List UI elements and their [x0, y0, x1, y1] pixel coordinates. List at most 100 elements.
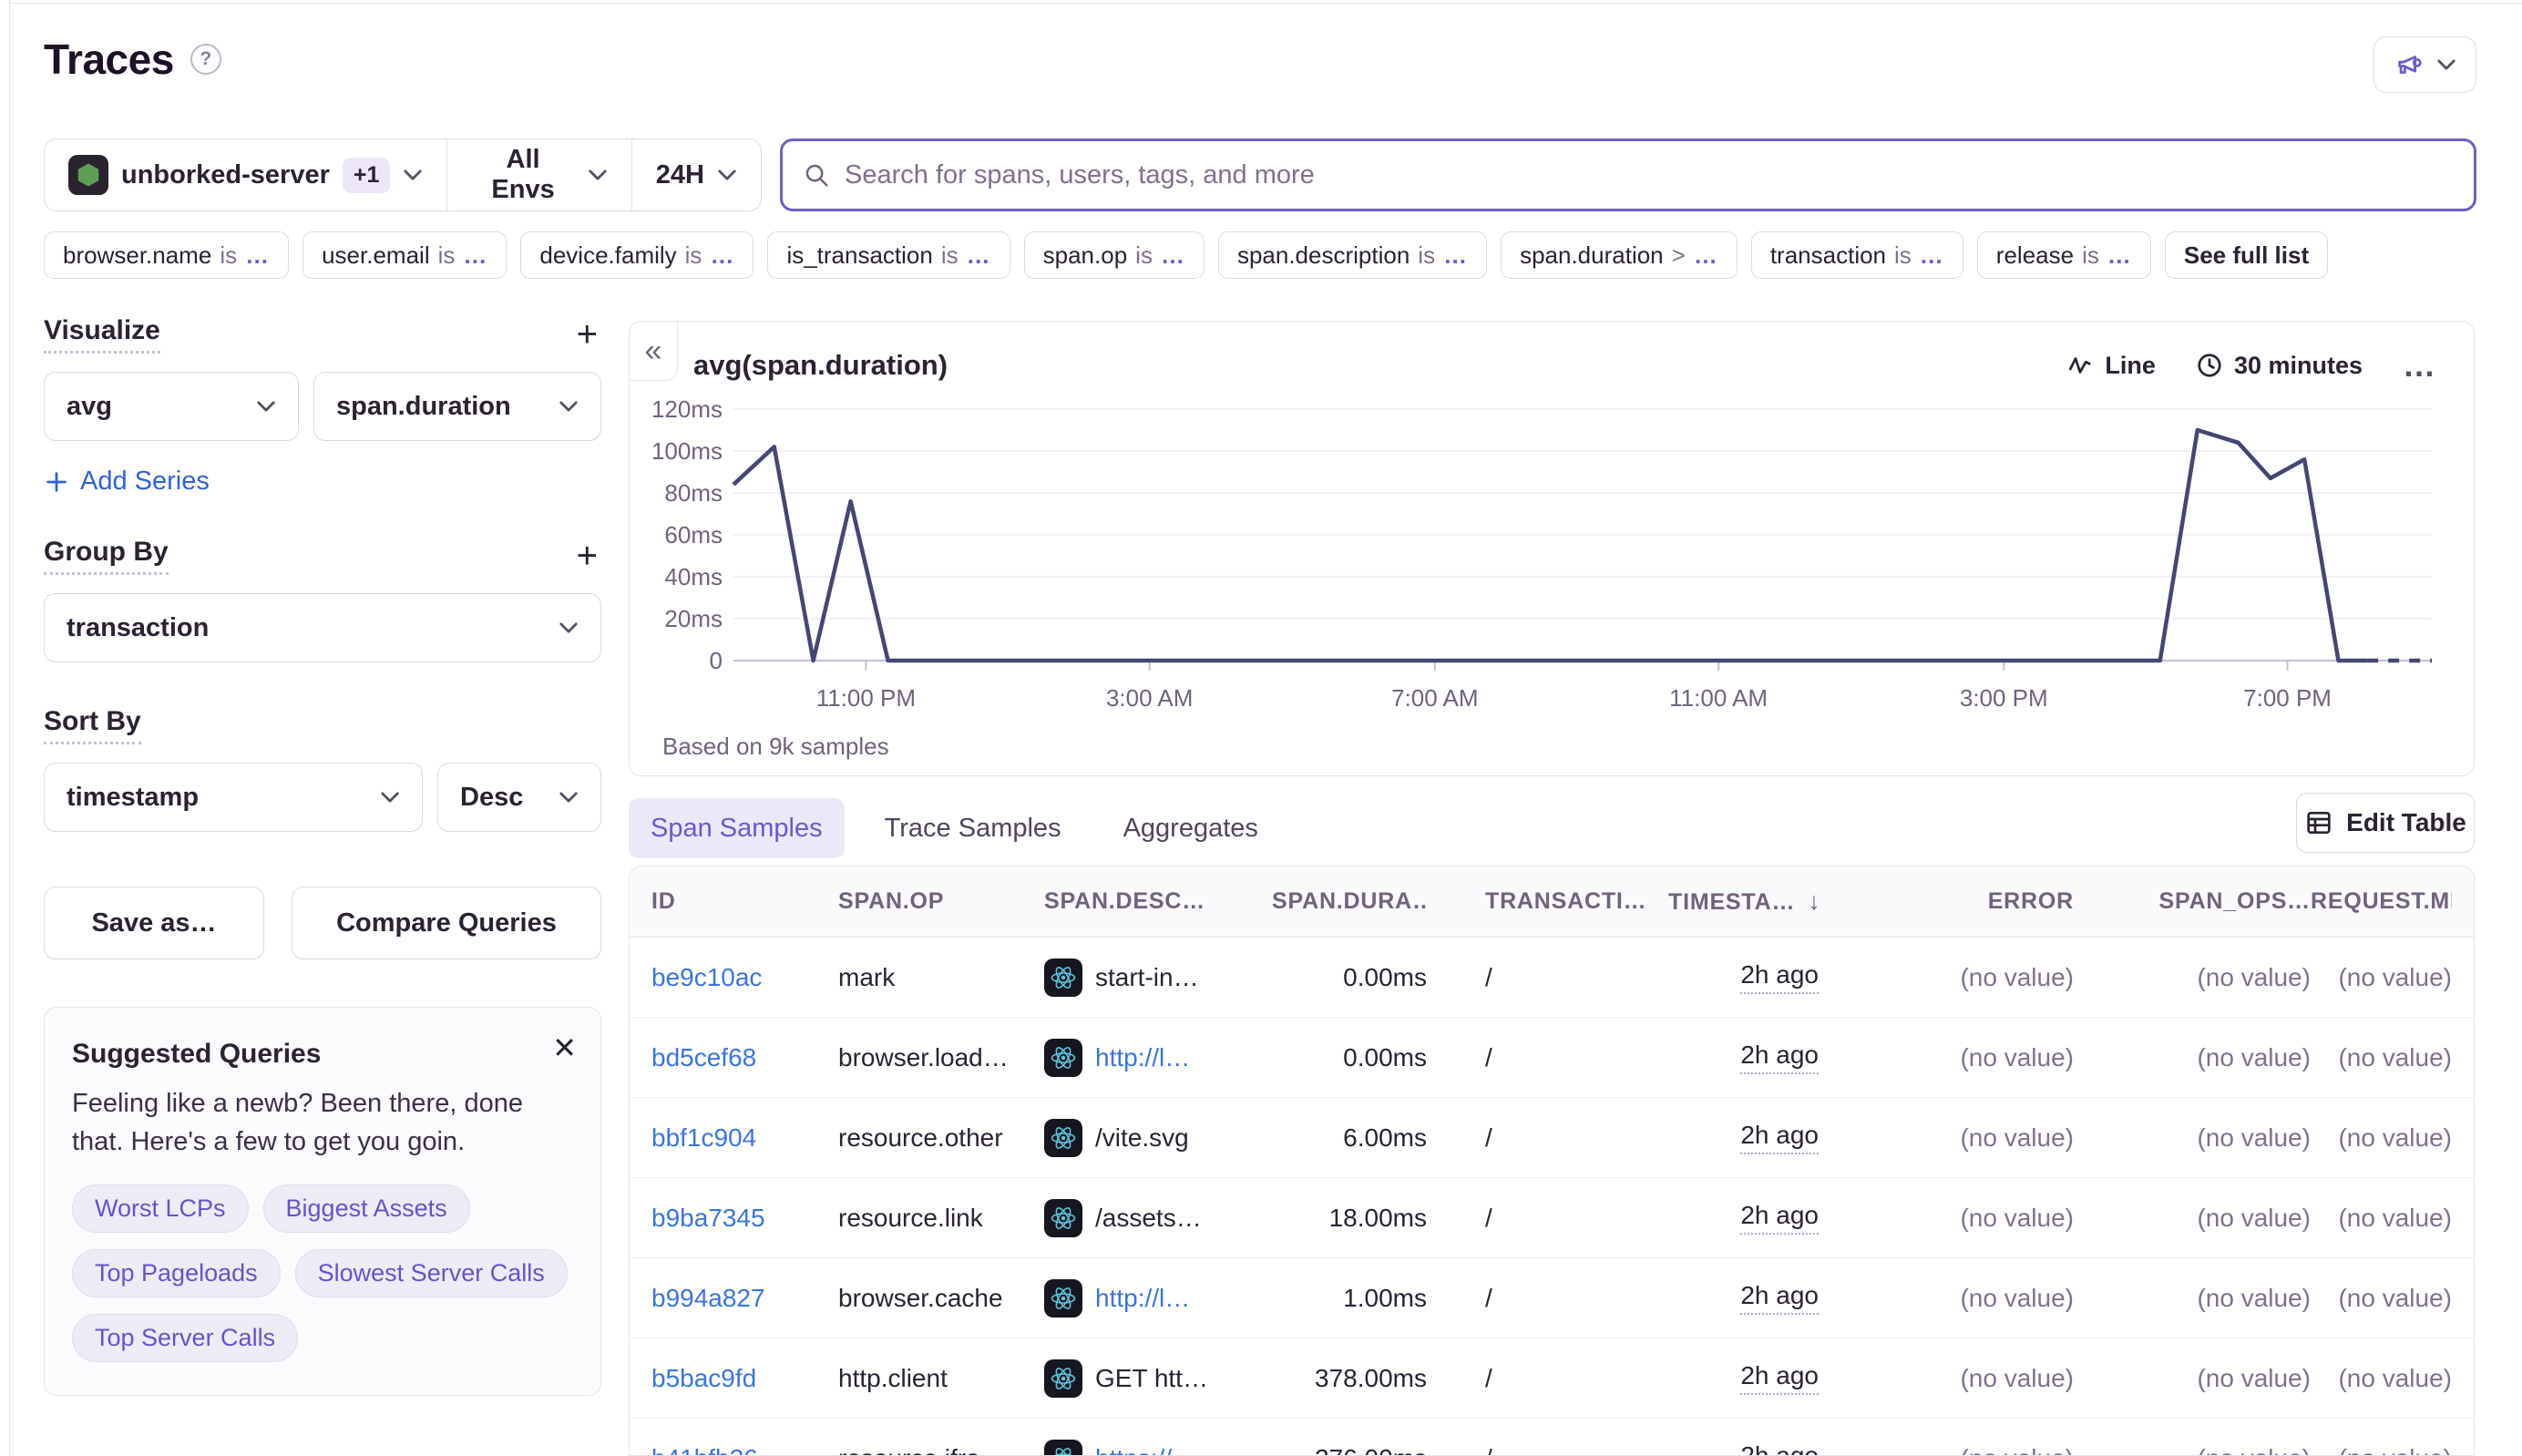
timestamp-cell: 2h ago	[1668, 1121, 1819, 1154]
add-visualize-button[interactable]: +	[573, 316, 601, 353]
span-id-link[interactable]: bd5cef68	[651, 1043, 838, 1072]
suggested-query-chip[interactable]: Slowest Server Calls	[295, 1249, 568, 1297]
page-header: Traces ?	[44, 35, 221, 84]
group-by-value: transaction	[67, 613, 209, 643]
duration-chart-svg: 120ms100ms80ms60ms40ms20ms011:00 PM3:00 …	[630, 400, 2476, 719]
svg-text:3:00 PM: 3:00 PM	[1960, 684, 2048, 712]
filter-chip-value: …	[710, 241, 734, 270]
react-platform-icon	[1044, 1119, 1082, 1157]
plus-icon	[44, 469, 69, 495]
group-by-select[interactable]: transaction	[44, 593, 601, 662]
tab-span-samples[interactable]: Span Samples	[629, 798, 845, 858]
filter-chip-key: transaction	[1770, 241, 1886, 270]
add-group-by-button[interactable]: +	[573, 538, 601, 574]
filter-chip-value: …	[245, 241, 270, 270]
filter-chip-operator: is	[220, 241, 237, 270]
field-value: span.duration	[336, 392, 511, 422]
span-duration-cell: 0.00ms	[1272, 1043, 1427, 1072]
whats-new-button[interactable]	[2373, 36, 2476, 93]
sort-field-select[interactable]: timestamp	[44, 763, 423, 832]
column-header[interactable]: SPAN.DESC…	[1044, 888, 1272, 915]
filter-chip[interactable]: browser.name is …	[44, 231, 289, 279]
column-header[interactable]: SPAN.DURA…	[1272, 888, 1427, 915]
tab-aggregates[interactable]: Aggregates	[1102, 798, 1280, 858]
filter-chip-operator: is	[685, 241, 702, 270]
filter-chip[interactable]: transactionis…	[1751, 231, 1963, 279]
query-sidebar: Visualize + avg span.duration Add Series…	[44, 315, 601, 1396]
span-op-cell: resource.ifra…	[838, 1444, 1044, 1456]
filter-chip[interactable]: releaseis…	[1977, 231, 2151, 279]
suggested-query-chip[interactable]: Top Server Calls	[72, 1314, 298, 1362]
span-description-text[interactable]: /assets…	[1095, 1204, 1202, 1233]
field-select[interactable]: span.duration	[313, 372, 601, 441]
chart-type-toggle[interactable]: Line	[2066, 352, 2156, 380]
node-project-icon	[68, 155, 108, 195]
filter-chip[interactable]: is_transactionis…	[767, 231, 1010, 279]
suggested-query-chip[interactable]: Biggest Assets	[263, 1184, 470, 1233]
span-id-link[interactable]: b9ba7345	[651, 1204, 838, 1233]
span-ops-cell: (no value)	[2074, 1204, 2311, 1233]
filter-chip[interactable]: device.familyis…	[520, 231, 754, 279]
sort-direction-select[interactable]: Desc	[437, 763, 601, 832]
filter-chip-key: browser.name	[63, 241, 211, 270]
environment-selector[interactable]: All Envs	[446, 139, 630, 210]
add-series-button[interactable]: Add Series	[44, 467, 210, 497]
filter-chip[interactable]: span.duration>…	[1501, 231, 1738, 279]
chart-menu-button[interactable]: …	[2403, 357, 2437, 374]
column-header[interactable]: TRANSACTI…	[1427, 888, 1668, 915]
span-description-text[interactable]: /vite.svg	[1095, 1123, 1189, 1153]
compare-queries-button[interactable]: Compare Queries	[292, 887, 601, 959]
see-full-list-button[interactable]: See full list	[2165, 231, 2328, 279]
filter-chip-value: …	[463, 241, 487, 270]
span-id-link[interactable]: b994a827	[651, 1284, 838, 1313]
error-cell: (no value)	[1819, 1204, 2074, 1233]
filter-chip[interactable]: span.opis…	[1024, 231, 1205, 279]
clock-icon	[2196, 352, 2223, 379]
edit-table-button[interactable]: Edit Table	[2296, 793, 2475, 853]
filter-chip-operator: is	[1894, 241, 1912, 270]
filter-chip[interactable]: span.descriptionis…	[1218, 231, 1487, 279]
tab-trace-samples[interactable]: Trace Samples	[863, 798, 1083, 858]
span-op-cell: resource.other	[838, 1123, 1044, 1153]
span-duration-cell: 0.00ms	[1272, 963, 1427, 992]
span-description-text[interactable]: GET htt…	[1095, 1364, 1208, 1393]
column-header[interactable]: TIMESTA…↓	[1668, 887, 1819, 916]
table-row: b994a827browser.cachehttp://l…1.00ms/2h …	[630, 1258, 2474, 1338]
request-method-cell: (no value)	[2311, 1284, 2452, 1313]
column-header[interactable]: ID	[651, 888, 838, 915]
svg-text:0: 0	[710, 647, 723, 674]
filter-chip[interactable]: user.emailis…	[302, 231, 507, 279]
timestamp-value: 2h ago	[1740, 960, 1819, 994]
collapse-sidebar-button[interactable]: «	[629, 321, 678, 381]
filter-chip-operator: is	[438, 241, 456, 270]
search-input[interactable]	[845, 160, 2454, 190]
help-icon[interactable]: ?	[190, 44, 221, 75]
chart-interval-selector[interactable]: 30 minutes	[2196, 352, 2363, 380]
span-description-text[interactable]: https://…	[1095, 1444, 1197, 1456]
column-header[interactable]: SPAN.OP	[838, 888, 1044, 915]
span-ops-cell: (no value)	[2074, 963, 2311, 992]
react-platform-icon	[1044, 1440, 1082, 1456]
span-id-link[interactable]: b5bac9fd	[651, 1364, 838, 1393]
span-op-cell: http.client	[838, 1364, 1044, 1393]
save-as-button[interactable]: Save as…	[44, 887, 264, 959]
aggregate-select[interactable]: avg	[44, 372, 299, 441]
suggested-query-chip[interactable]: Worst LCPs	[72, 1184, 249, 1233]
column-header[interactable]: SPAN_OPS…	[2074, 888, 2311, 915]
svg-text:120ms: 120ms	[651, 400, 723, 423]
span-id-link[interactable]: bbf1c904	[651, 1123, 838, 1153]
project-selector[interactable]: unborked-server +1	[45, 139, 446, 210]
span-description-text[interactable]: start-in…	[1095, 963, 1199, 992]
span-description-text[interactable]: http://l…	[1095, 1284, 1190, 1313]
column-header[interactable]: ERROR	[1819, 888, 2074, 915]
column-header[interactable]: REQUEST.ME…	[2311, 888, 2452, 915]
span-description-text[interactable]: http://l…	[1095, 1043, 1190, 1072]
span-id-link[interactable]: be9c10ac	[651, 963, 838, 992]
table-row: be9c10acmarkstart-in…0.00ms/2h ago(no va…	[630, 938, 2474, 1018]
span-ops-cell: (no value)	[2074, 1444, 2311, 1456]
time-range-selector[interactable]: 24H	[631, 139, 761, 210]
span-duration-cell: 1.00ms	[1272, 1284, 1427, 1313]
suggested-query-chip[interactable]: Top Pageloads	[72, 1249, 281, 1297]
span-id-link[interactable]: b41bfb26	[651, 1444, 838, 1456]
close-icon[interactable]: ✕	[552, 1033, 577, 1062]
